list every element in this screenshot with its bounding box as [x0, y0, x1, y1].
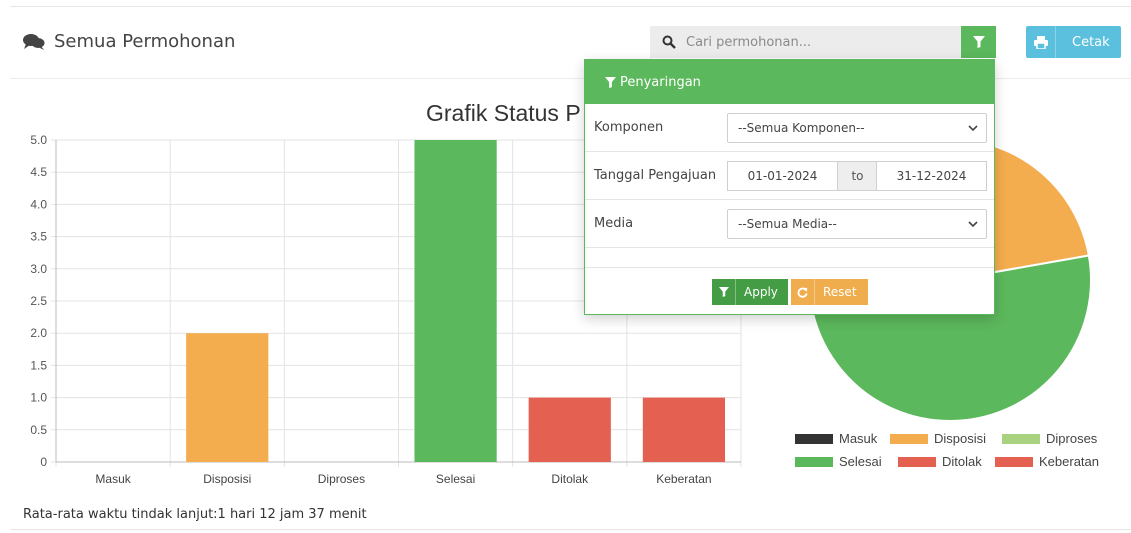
legend-label: Diproses: [1046, 431, 1098, 446]
filter-row-tanggal: Tanggal Pengajuan 01-01-2024 to 31-12-20…: [585, 152, 994, 200]
legend-item-disposisi[interactable]: Disposisi: [890, 431, 986, 446]
filter-title: Penyaringan: [620, 74, 701, 90]
x-tick-label: Disposisi: [203, 472, 251, 486]
legend-label: Ditolak: [942, 454, 982, 469]
komponen-select-value: --Semua Komponen--: [738, 120, 865, 135]
y-tick-label: 4.5: [30, 165, 47, 179]
legend-swatch: [898, 456, 936, 467]
legend-swatch: [795, 433, 833, 444]
apply-label: Apply: [744, 285, 778, 299]
y-tick-label: 1.5: [30, 358, 47, 372]
legend-label: Selesai: [839, 454, 882, 469]
legend-item-keberatan[interactable]: Keberatan: [995, 454, 1099, 469]
filter-row-komponen: Komponen --Semua Komponen--: [585, 104, 994, 152]
legend-swatch: [795, 456, 833, 467]
y-tick-label: 5.0: [30, 133, 47, 147]
filter-actions: Apply Reset: [585, 267, 994, 315]
media-select[interactable]: --Semua Media--: [727, 208, 987, 239]
date-to-input[interactable]: 31-12-2024: [876, 160, 987, 191]
y-tick-label: 3.5: [30, 230, 47, 244]
legend-swatch: [995, 456, 1033, 467]
tanggal-label: Tanggal Pengajuan: [594, 168, 717, 183]
legend-item-ditolak[interactable]: Ditolak: [898, 454, 982, 469]
bar-disposisi: [186, 333, 269, 462]
reset-button[interactable]: Reset: [791, 279, 868, 305]
date-to-separator: to: [838, 160, 877, 191]
y-tick-label: 2.0: [30, 326, 47, 340]
filter-icon: [605, 76, 616, 88]
bar-selesai: [414, 140, 497, 462]
y-tick-label: 0.5: [30, 423, 47, 437]
apply-button[interactable]: Apply: [712, 279, 788, 305]
legend-swatch: [890, 433, 928, 444]
reset-label: Reset: [823, 285, 857, 299]
legend-item-selesai[interactable]: Selesai: [795, 454, 882, 469]
x-tick-label: Keberatan: [656, 472, 711, 486]
y-tick-label: 0: [40, 455, 47, 469]
y-tick-label: 1.0: [30, 391, 47, 405]
legend-item-diproses[interactable]: Diproses: [1002, 431, 1097, 446]
y-tick-label: 3.0: [30, 262, 47, 276]
bar-ditolak: [528, 397, 611, 462]
filter-header: Penyaringan: [585, 60, 994, 104]
filter-dropdown: Penyaringan Komponen --Semua Komponen-- …: [584, 59, 995, 315]
komponen-label: Komponen: [594, 120, 664, 135]
date-from-input[interactable]: 01-01-2024: [727, 160, 838, 191]
media-select-value: --Semua Media--: [738, 216, 837, 231]
chevron-down-icon: [968, 124, 978, 131]
media-label: Media: [594, 216, 634, 231]
chart-title: Grafik Status P: [426, 100, 581, 126]
refresh-icon: [791, 279, 815, 305]
legend-item-masuk[interactable]: Masuk: [795, 431, 877, 446]
legend-label: Disposisi: [934, 431, 987, 446]
filter-icon: [712, 279, 736, 305]
filter-row-media: Media --Semua Media--: [585, 200, 994, 248]
komponen-select[interactable]: --Semua Komponen--: [727, 112, 987, 143]
chevron-down-icon: [968, 220, 978, 227]
average-response-time: Rata-rata waktu tindak lanjut:1 hari 12 …: [23, 507, 367, 522]
bar-keberatan: [642, 397, 726, 462]
y-tick-label: 4.0: [30, 197, 47, 211]
legend-swatch: [1002, 433, 1040, 444]
x-tick-label: Diproses: [318, 472, 365, 486]
x-tick-label: Ditolak: [551, 472, 589, 486]
legend-label: Masuk: [839, 431, 878, 446]
x-tick-label: Masuk: [95, 472, 131, 486]
x-tick-label: Selesai: [436, 472, 475, 486]
legend-label: Keberatan: [1039, 454, 1099, 469]
y-tick-label: 2.5: [30, 294, 47, 308]
